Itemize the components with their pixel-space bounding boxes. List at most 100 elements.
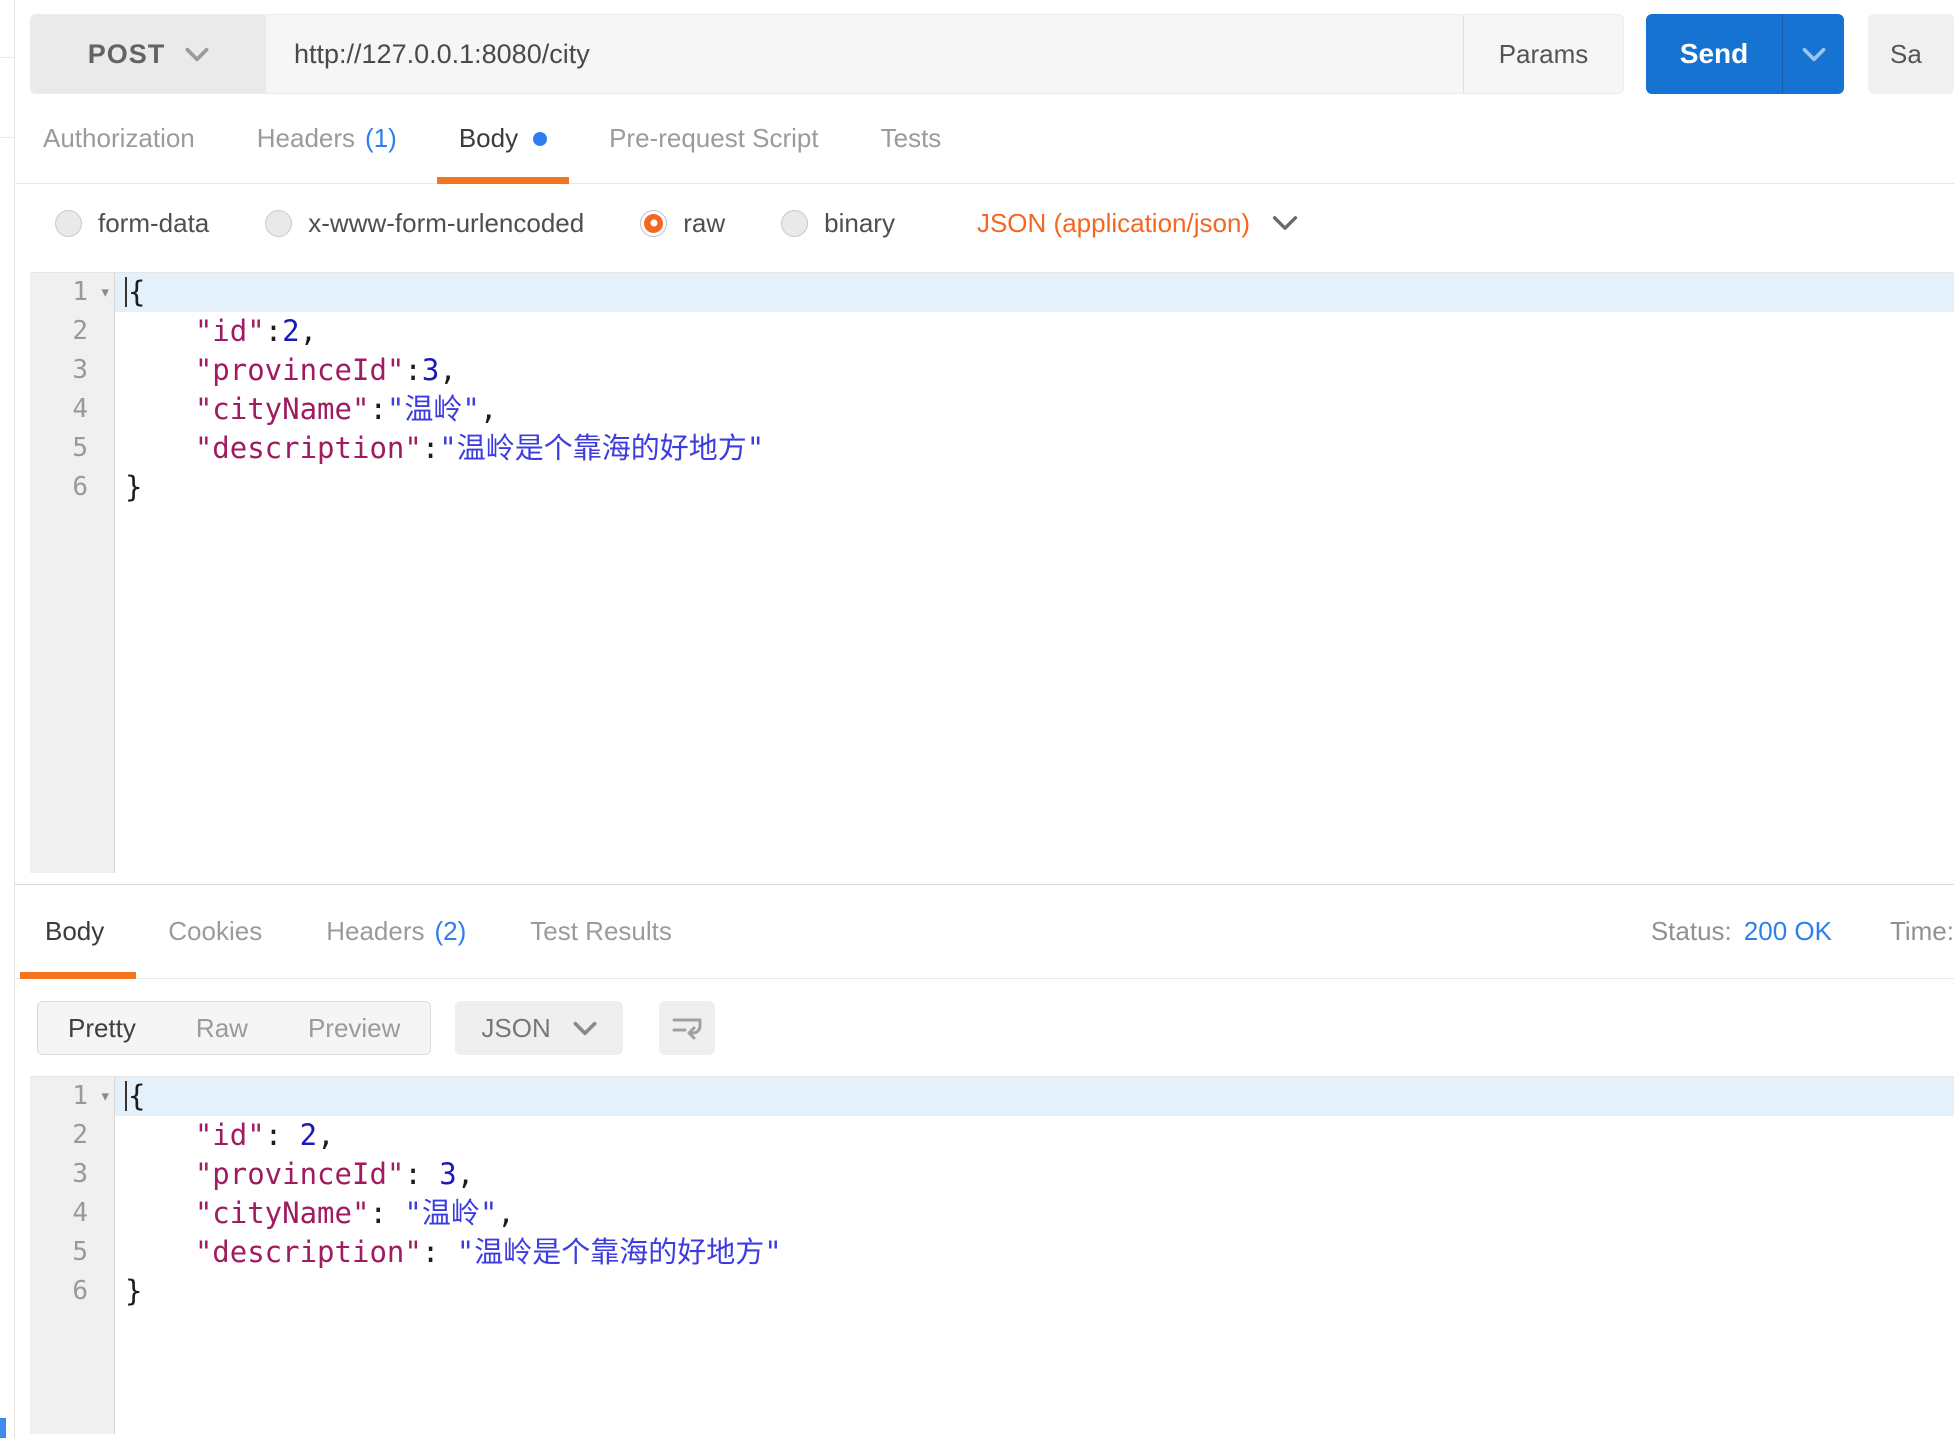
view-pretty-button[interactable]: Pretty — [38, 1002, 166, 1054]
chevron-down-icon — [185, 47, 209, 62]
code-line[interactable]: "provinceId":3, — [115, 351, 1954, 390]
mode-label: binary — [824, 208, 895, 239]
response-view-row: Pretty Raw Preview JSON — [37, 1001, 1954, 1055]
tab-label: Authorization — [43, 123, 195, 154]
request-body-editor[interactable]: 1▾23456 { "id":2, "provinceId":3, "cityN… — [30, 272, 1954, 873]
method-label: POST — [88, 39, 166, 70]
url-bar: POST http://127.0.0.1:8080/city Params S… — [30, 14, 1954, 94]
tab-headers[interactable]: Headers (1) — [257, 94, 397, 183]
code-line[interactable]: "cityName": "温岭", — [115, 1194, 1954, 1233]
tab-tests[interactable]: Tests — [881, 94, 942, 183]
send-button[interactable]: Send — [1646, 14, 1844, 94]
line-number-gutter: 1▾23456 — [30, 1077, 115, 1434]
params-button[interactable]: Params — [1463, 15, 1623, 93]
mode-raw[interactable]: raw — [640, 208, 725, 239]
content-type-label: JSON (application/json) — [977, 208, 1250, 239]
mode-x-www-form-urlencoded[interactable]: x-www-form-urlencoded — [265, 208, 584, 239]
wrap-text-icon — [670, 1012, 704, 1044]
radio-icon — [55, 210, 82, 237]
code-line[interactable]: { — [115, 273, 1954, 312]
tab-label: Pre-request Script — [609, 123, 819, 154]
request-panel: POST http://127.0.0.1:8080/city Params S… — [15, 14, 1954, 1434]
line-number: 5 — [30, 429, 114, 468]
tab-response-headers[interactable]: Headers (2) — [326, 885, 466, 978]
code-line[interactable]: "provinceId": 3, — [115, 1155, 1954, 1194]
line-number: 2 — [30, 312, 114, 351]
tab-label: Tests — [881, 123, 942, 154]
code-line[interactable]: "id":2, — [115, 312, 1954, 351]
wrap-text-button[interactable] — [659, 1001, 715, 1055]
headers-count-badge: (1) — [365, 123, 397, 154]
tab-label: Headers — [326, 916, 424, 947]
line-number: 1▾ — [30, 273, 114, 312]
sidebar-scroll-indicator — [0, 1418, 6, 1438]
chevron-down-icon — [573, 1021, 597, 1036]
response-body-editor[interactable]: 1▾23456 { "id": 2, "provinceId": 3, "cit… — [30, 1076, 1954, 1434]
radio-icon — [781, 210, 808, 237]
tab-body[interactable]: Body — [459, 94, 547, 183]
code-line[interactable]: "description": "温岭是个靠海的好地方" — [115, 1233, 1954, 1272]
line-number: 6 — [30, 1272, 114, 1311]
send-options-button[interactable] — [1782, 14, 1844, 94]
response-tabs: Body Cookies Headers (2) Test Results St… — [15, 885, 1954, 979]
line-number: 6 — [30, 468, 114, 507]
chevron-down-icon — [1802, 47, 1826, 62]
sidebar-edge-divider — [0, 137, 14, 138]
code-line[interactable]: "id": 2, — [115, 1116, 1954, 1155]
response-format-label: JSON — [481, 1013, 550, 1044]
code-line[interactable]: "description":"温岭是个靠海的好地方" — [115, 429, 1954, 468]
sidebar-edge — [0, 0, 15, 1438]
tab-response-body[interactable]: Body — [45, 885, 104, 978]
view-raw-button[interactable]: Raw — [166, 1002, 278, 1054]
mode-label: raw — [683, 208, 725, 239]
tab-pre-request-script[interactable]: Pre-request Script — [609, 94, 819, 183]
view-preview-button[interactable]: Preview — [278, 1002, 430, 1054]
mode-binary[interactable]: binary — [781, 208, 895, 239]
mode-label: x-www-form-urlencoded — [308, 208, 584, 239]
url-group: POST http://127.0.0.1:8080/city Params — [30, 14, 1624, 94]
text-cursor — [125, 1081, 127, 1111]
request-tabs: Authorization Headers (1) Body Pre-reque… — [15, 94, 1954, 184]
tab-authorization[interactable]: Authorization — [43, 94, 195, 183]
mode-form-data[interactable]: form-data — [55, 208, 209, 239]
line-number: 4 — [30, 390, 114, 429]
tab-label: Body — [45, 916, 104, 947]
chevron-down-icon — [1272, 215, 1298, 231]
mode-label: form-data — [98, 208, 209, 239]
fold-toggle-icon[interactable]: ▾ — [100, 1077, 111, 1116]
code-area[interactable]: { "id": 2, "provinceId": 3, "cityName": … — [115, 1077, 1954, 1434]
body-content-dot-icon — [533, 132, 547, 146]
send-button-label: Send — [1646, 14, 1782, 94]
content-type-select[interactable]: JSON (application/json) — [977, 208, 1298, 239]
fold-toggle-icon[interactable]: ▾ — [100, 273, 111, 312]
tab-label: Headers — [257, 123, 355, 154]
tab-label: Body — [459, 123, 518, 154]
response-format-select[interactable]: JSON — [455, 1001, 622, 1055]
line-number: 4 — [30, 1194, 114, 1233]
line-number: 3 — [30, 1155, 114, 1194]
tab-test-results[interactable]: Test Results — [530, 885, 672, 978]
save-button[interactable]: Sa — [1868, 14, 1954, 94]
tab-label: Test Results — [530, 916, 672, 947]
code-line[interactable]: { — [115, 1077, 1954, 1116]
radio-icon — [265, 210, 292, 237]
method-select[interactable]: POST — [31, 15, 266, 93]
url-input[interactable]: http://127.0.0.1:8080/city — [266, 15, 1463, 93]
status-value[interactable]: 200 OK — [1744, 916, 1832, 947]
code-line[interactable]: } — [115, 1272, 1954, 1311]
time-label: Time: — [1890, 916, 1954, 947]
response-panel: Body Cookies Headers (2) Test Results St… — [15, 884, 1954, 1434]
code-line[interactable]: "cityName":"温岭", — [115, 390, 1954, 429]
headers-count-badge: (2) — [434, 916, 466, 947]
response-status-cluster: Status: 200 OK Time: — [1651, 916, 1954, 947]
postman-window: POST http://127.0.0.1:8080/city Params S… — [0, 0, 1954, 1438]
radio-selected-icon — [640, 210, 667, 237]
view-mode-group: Pretty Raw Preview — [37, 1001, 431, 1055]
code-line[interactable]: } — [115, 468, 1954, 507]
tab-cookies[interactable]: Cookies — [168, 885, 262, 978]
line-number: 3 — [30, 351, 114, 390]
line-number-gutter: 1▾23456 — [30, 273, 115, 873]
text-cursor — [125, 277, 127, 307]
line-number: 2 — [30, 1116, 114, 1155]
code-area[interactable]: { "id":2, "provinceId":3, "cityName":"温岭… — [115, 273, 1954, 873]
